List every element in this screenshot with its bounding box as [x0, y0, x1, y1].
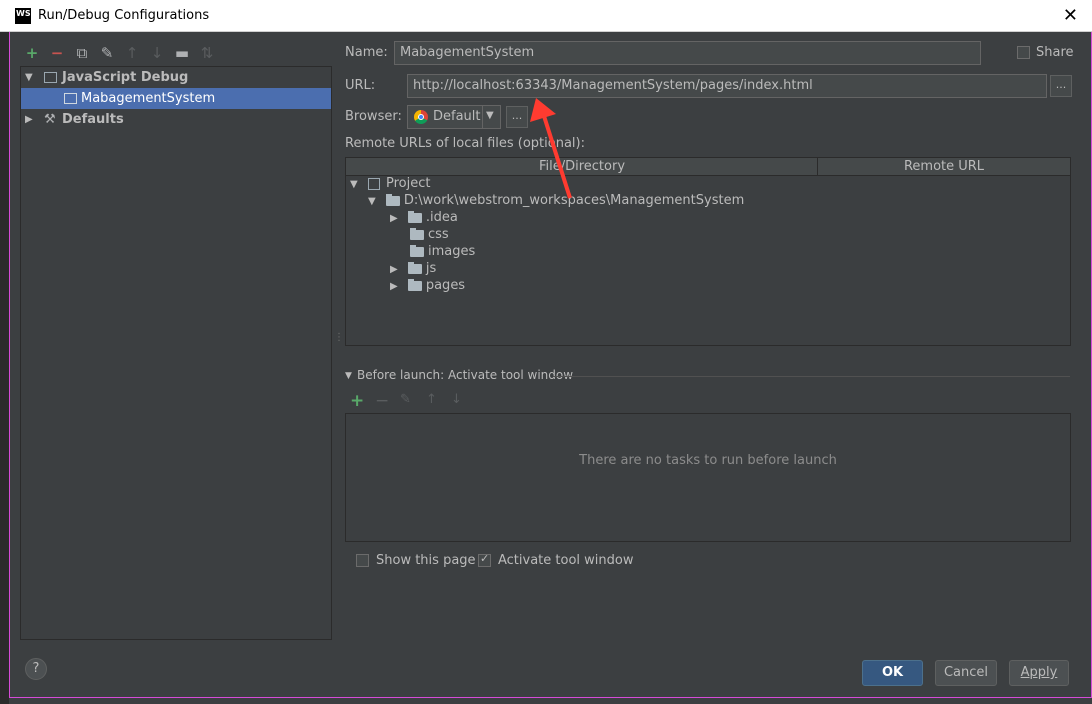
- share-label: Share: [1036, 45, 1074, 60]
- copy-icon[interactable]: ⧉: [73, 44, 91, 62]
- workspace-path: D:\work\webstrom_workspaces\ManagementSy…: [403, 193, 745, 208]
- tree-group-defaults[interactable]: ▶ ⚒ Defaults: [21, 109, 331, 130]
- js-debug-icon: [44, 72, 57, 83]
- close-icon[interactable]: ✕: [1063, 5, 1078, 26]
- share-checkbox[interactable]: [1017, 46, 1030, 59]
- before-launch-toggle-icon[interactable]: ▼: [345, 371, 352, 381]
- sort-icon[interactable]: ⇅: [198, 44, 216, 62]
- edit-task-icon[interactable]: ✎: [400, 392, 411, 407]
- tree-group-javascript-debug[interactable]: ▼ JavaScript Debug: [21, 67, 331, 88]
- background-strip: [0, 32, 9, 704]
- move-task-up-icon[interactable]: ↑: [426, 392, 437, 407]
- add-task-icon[interactable]: +: [350, 391, 364, 411]
- js-debug-config-icon: [64, 93, 77, 104]
- show-page-checkbox[interactable]: [356, 554, 369, 567]
- splitter-handle[interactable]: ⋮: [334, 332, 344, 343]
- title-bar: WS Run/Debug Configurations ✕: [0, 0, 1092, 32]
- folder-icon: [410, 244, 424, 257]
- tree-group-label: JavaScript Debug: [62, 70, 189, 85]
- move-down-icon[interactable]: ↓: [148, 44, 166, 62]
- chrome-center-icon: [418, 114, 424, 120]
- no-tasks-text: There are no tasks to run before launch: [579, 453, 837, 468]
- edit-defaults-icon[interactable]: ✎: [98, 44, 116, 62]
- activate-tool-checkbox[interactable]: ✓: [478, 552, 491, 567]
- table-row[interactable]: css: [410, 226, 449, 243]
- table-row[interactable]: ▼ Project: [350, 175, 430, 192]
- table-row[interactable]: ▶ .idea: [390, 209, 458, 226]
- remove-task-icon[interactable]: −: [375, 391, 389, 411]
- project-icon: [367, 177, 380, 190]
- project-label: Project: [385, 176, 431, 191]
- browser-value: Default: [433, 109, 481, 124]
- column-remote-url[interactable]: Remote URL: [818, 158, 1070, 176]
- folder-icon: [407, 210, 422, 223]
- defaults-label: Defaults: [62, 112, 124, 127]
- table-header: File/Directory Remote URL: [346, 158, 1070, 176]
- browser-select[interactable]: Default ▼: [407, 105, 501, 129]
- browser-label: Browser:: [345, 109, 402, 124]
- cancel-button[interactable]: Cancel: [935, 660, 997, 686]
- folder-icon: [407, 261, 422, 274]
- chevron-down-icon[interactable]: ▼: [486, 110, 494, 121]
- expand-arrow-icon[interactable]: ▼: [368, 196, 376, 207]
- folder-label: pages: [425, 278, 466, 293]
- folder-icon: [385, 193, 400, 206]
- checkmark-icon: ✓: [480, 552, 490, 565]
- folder-icon: [407, 278, 422, 291]
- column-file-directory[interactable]: File/Directory: [346, 158, 818, 176]
- collapse-arrow-icon[interactable]: ▶: [390, 281, 398, 292]
- before-launch-title[interactable]: Before launch: Activate tool window: [357, 368, 573, 382]
- tree-item-label: MabagementSystem: [81, 91, 216, 106]
- table-row[interactable]: ▶ js: [390, 260, 436, 277]
- remote-urls-table: File/Directory Remote URL ▼ Project ▼ D:…: [345, 157, 1071, 346]
- configuration-tree: ▼ JavaScript Debug MabagementSystem ▶ ⚒ …: [20, 66, 332, 640]
- move-task-down-icon[interactable]: ↓: [451, 392, 462, 407]
- url-browse-button[interactable]: ...: [1050, 75, 1072, 97]
- apply-button[interactable]: Apply: [1009, 660, 1069, 686]
- name-label: Name:: [345, 45, 388, 60]
- folder-icon[interactable]: ▬: [173, 44, 191, 62]
- table-row[interactable]: images: [410, 243, 475, 260]
- browser-select-divider: [482, 106, 483, 128]
- tree-item-mabagementsystem[interactable]: MabagementSystem: [21, 88, 331, 109]
- move-up-icon[interactable]: ↑: [123, 44, 141, 62]
- expand-arrow-icon[interactable]: ▼: [25, 67, 33, 88]
- activate-tool-label: Activate tool window: [498, 553, 634, 568]
- table-row[interactable]: ▼ D:\work\webstrom_workspaces\Management…: [368, 192, 744, 209]
- collapse-arrow-icon[interactable]: ▶: [390, 264, 398, 275]
- url-label: URL:: [345, 78, 376, 93]
- expand-arrow-icon[interactable]: ▼: [350, 179, 358, 190]
- wrench-icon: ⚒: [44, 112, 56, 127]
- add-icon[interactable]: +: [23, 44, 41, 62]
- folder-label: .idea: [425, 210, 458, 225]
- window-title: Run/Debug Configurations: [38, 8, 210, 23]
- folder-icon: [410, 227, 424, 240]
- table-row[interactable]: ▶ pages: [390, 277, 465, 294]
- collapse-arrow-icon[interactable]: ▶: [25, 109, 33, 130]
- remote-urls-label: Remote URLs of local files (optional):: [345, 136, 585, 151]
- ok-button[interactable]: OK: [862, 660, 923, 686]
- remove-icon[interactable]: −: [48, 44, 66, 62]
- name-field[interactable]: MabagementSystem: [394, 41, 981, 65]
- folder-label: css: [428, 227, 449, 242]
- browser-settings-button[interactable]: ...: [506, 106, 528, 128]
- webstorm-logo-icon: WS: [15, 8, 31, 24]
- before-launch-divider: [553, 376, 1070, 377]
- collapse-arrow-icon[interactable]: ▶: [390, 213, 398, 224]
- before-launch-tasks-list: There are no tasks to run before launch: [345, 413, 1071, 542]
- help-button[interactable]: ?: [25, 658, 47, 680]
- folder-label: js: [425, 261, 437, 276]
- folder-label: images: [428, 244, 476, 259]
- show-page-label: Show this page: [376, 553, 476, 568]
- url-field[interactable]: http://localhost:63343/ManagementSystem/…: [407, 74, 1047, 98]
